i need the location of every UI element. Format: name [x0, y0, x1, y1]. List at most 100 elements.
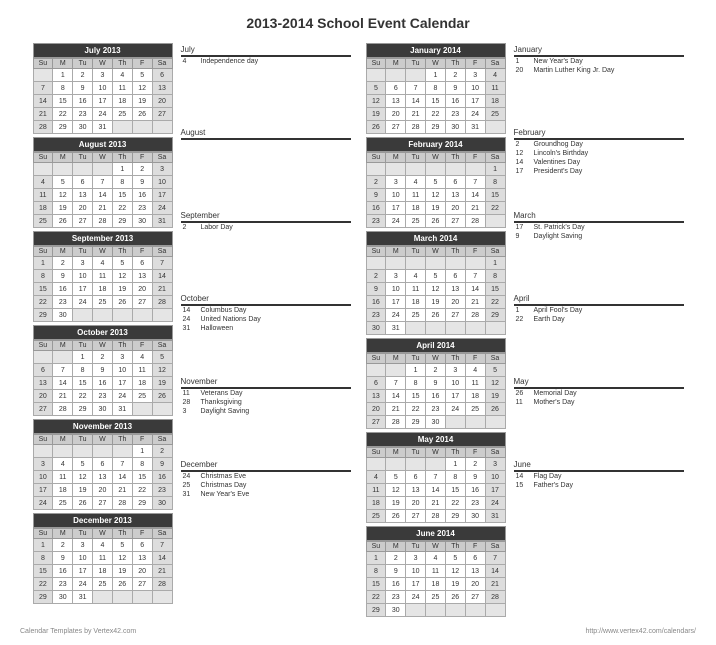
day-cell: 13	[406, 484, 426, 497]
dow-header: M	[386, 153, 406, 163]
day-cell: 12	[485, 377, 505, 390]
event-row: 9Daylight Saving	[514, 232, 684, 241]
dow-header: M	[53, 59, 73, 69]
day-cell: 24	[406, 591, 426, 604]
day-cell: 6	[132, 539, 152, 552]
event-list: 17St. Patrick's Day9Daylight Saving	[514, 223, 684, 289]
day-cell: 19	[112, 565, 132, 578]
day-cell: 16	[132, 189, 152, 202]
day-cell: 19	[132, 95, 152, 108]
day-cell-empty	[485, 416, 505, 429]
day-cell: 5	[426, 270, 446, 283]
day-cell-empty	[485, 215, 505, 228]
day-cell: 14	[33, 95, 53, 108]
day-cell: 18	[426, 578, 446, 591]
day-cell-empty	[406, 604, 426, 617]
day-cell: 9	[152, 458, 172, 471]
day-cell-empty	[33, 69, 53, 82]
day-cell: 16	[426, 390, 446, 403]
dow-header: F	[132, 153, 152, 163]
day-cell: 15	[485, 283, 505, 296]
day-cell-empty	[426, 604, 446, 617]
event-row: 2Groundhog Day	[514, 140, 684, 149]
day-cell: 10	[406, 565, 426, 578]
day-cell: 30	[73, 121, 93, 134]
day-cell: 20	[93, 484, 113, 497]
dow-header: Sa	[152, 59, 172, 69]
day-cell-empty	[33, 163, 53, 176]
event-row: 17St. Patrick's Day	[514, 223, 684, 232]
month-block: July 2013SuMTuWThFSa12345678910111213141…	[33, 43, 173, 134]
day-cell-empty	[386, 163, 406, 176]
day-cell: 9	[366, 283, 386, 296]
day-cell: 27	[73, 215, 93, 228]
day-cell-empty	[406, 257, 426, 270]
dow-header: Sa	[485, 247, 505, 257]
day-cell: 12	[73, 471, 93, 484]
month-block: November 2013SuMTuWThFSa1234567891011121…	[33, 419, 173, 510]
day-cell: 15	[366, 578, 386, 591]
dow-header: Tu	[406, 354, 426, 364]
day-cell: 19	[152, 377, 172, 390]
day-cell: 23	[152, 484, 172, 497]
day-cell: 3	[485, 458, 505, 471]
day-cell: 28	[386, 416, 406, 429]
day-cell: 7	[33, 82, 53, 95]
event-row: 26Memorial Day	[514, 389, 684, 398]
day-cell: 29	[366, 604, 386, 617]
day-cell: 6	[406, 471, 426, 484]
day-cell: 20	[33, 390, 53, 403]
day-cell-empty	[485, 604, 505, 617]
day-cell: 27	[465, 591, 485, 604]
day-cell: 22	[132, 484, 152, 497]
day-cell: 21	[112, 484, 132, 497]
day-cell: 22	[53, 108, 73, 121]
event-list: 4Independence day	[181, 57, 351, 123]
event-month-header: March	[514, 209, 684, 223]
event-date: 25	[181, 482, 201, 489]
event-date: 24	[181, 316, 201, 323]
event-list: 24Christmas Eve25Christmas Day31New Year…	[181, 472, 351, 538]
dow-header: F	[465, 448, 485, 458]
day-cell-empty	[485, 121, 505, 134]
day-cell: 24	[93, 108, 113, 121]
day-cell: 1	[53, 69, 73, 82]
day-cell: 20	[73, 202, 93, 215]
day-cell: 7	[152, 539, 172, 552]
day-cell: 17	[33, 484, 53, 497]
day-cell: 11	[93, 552, 113, 565]
day-cell: 7	[53, 364, 73, 377]
day-cell: 3	[73, 539, 93, 552]
day-cell: 11	[366, 484, 386, 497]
day-cell: 21	[152, 565, 172, 578]
event-label: Daylight Saving	[534, 233, 684, 240]
calendar-grid: SuMTuWThFSa12345678910111213141516171819…	[366, 58, 506, 134]
day-cell-empty	[445, 322, 465, 335]
dow-header: Su	[33, 153, 53, 163]
day-cell: 9	[53, 552, 73, 565]
event-row: 4Independence day	[181, 57, 351, 66]
dow-header: Sa	[152, 341, 172, 351]
day-cell: 12	[112, 270, 132, 283]
day-cell-empty	[73, 163, 93, 176]
day-cell: 2	[366, 270, 386, 283]
day-cell: 30	[465, 510, 485, 523]
day-cell-empty	[93, 163, 113, 176]
day-cell-empty	[465, 604, 485, 617]
day-cell: 17	[73, 565, 93, 578]
day-cell-empty	[366, 458, 386, 471]
event-label: Christmas Day	[201, 482, 351, 489]
day-cell: 20	[445, 202, 465, 215]
day-cell: 20	[132, 565, 152, 578]
day-cell: 25	[93, 296, 113, 309]
event-label: Lincoln's Birthday	[534, 150, 684, 157]
day-cell: 10	[112, 364, 132, 377]
day-cell-empty	[33, 445, 53, 458]
day-cell: 19	[426, 202, 446, 215]
event-date: 26	[514, 390, 534, 397]
day-cell: 21	[386, 403, 406, 416]
dow-header: W	[426, 153, 446, 163]
day-cell-empty	[93, 591, 113, 604]
day-cell: 9	[445, 82, 465, 95]
day-cell: 29	[53, 121, 73, 134]
